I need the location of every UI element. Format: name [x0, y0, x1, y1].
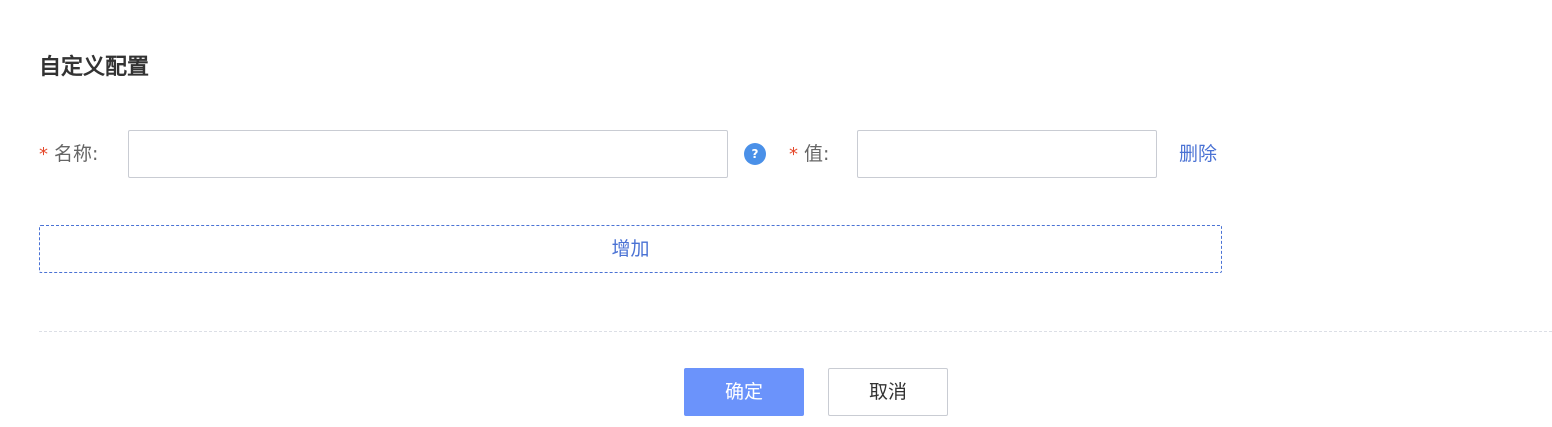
footer-divider	[39, 331, 1552, 332]
page-title: 自定义配置	[39, 55, 150, 80]
confirm-button[interactable]: 确定	[684, 368, 804, 416]
value-required-mark: *	[789, 144, 798, 165]
value-field-label: * 值:	[789, 130, 829, 178]
help-icon[interactable]: ?	[744, 143, 766, 165]
value-label-text: 值:	[804, 143, 830, 165]
add-item-button[interactable]: 增加	[39, 225, 1222, 273]
name-label-text: 名称:	[54, 143, 99, 165]
name-required-mark: *	[39, 144, 48, 165]
delete-link[interactable]: 删除	[1179, 130, 1217, 178]
name-input[interactable]	[128, 130, 728, 178]
config-item-row: * 名称: ? * 值: 删除	[0, 130, 1552, 178]
value-input[interactable]	[857, 130, 1157, 178]
cancel-button[interactable]: 取消	[828, 368, 948, 416]
name-field-label: * 名称:	[39, 130, 98, 178]
